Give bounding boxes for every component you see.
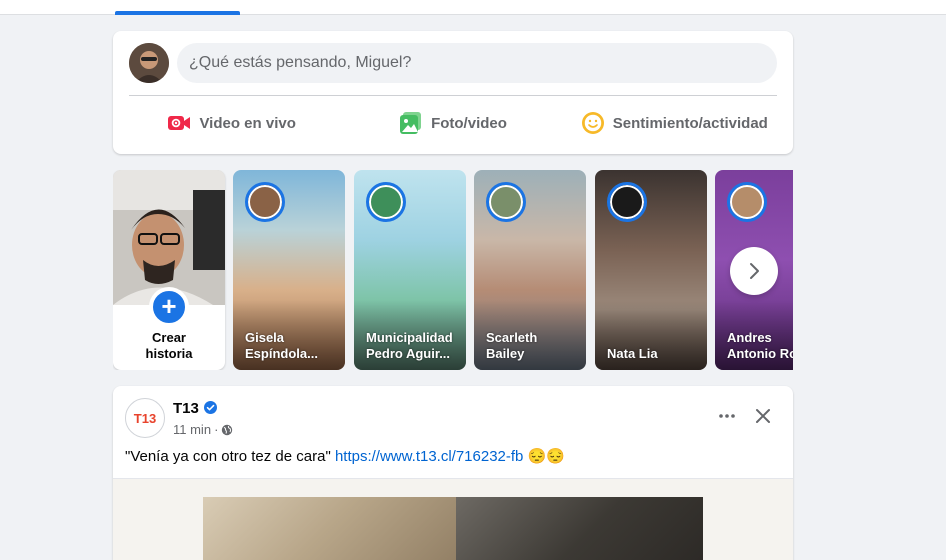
story-avatar — [727, 182, 767, 222]
svg-text:T13: T13 — [134, 411, 156, 426]
story-author-name: Nata Lia — [607, 346, 658, 361]
stories-next-button[interactable] — [730, 247, 778, 295]
composer-actions: Video en vivo Foto/video Sentimiento/act… — [121, 103, 785, 143]
story-author-name: Gisela Espíndola... — [245, 330, 318, 361]
user-story-photo — [113, 170, 225, 305]
live-video-button[interactable]: Video en vivo — [121, 103, 342, 143]
create-story-plus-icon[interactable]: + — [149, 287, 189, 327]
story-author-name: Andres Antonio Ro — [727, 330, 793, 361]
hide-post-button[interactable] — [747, 400, 779, 432]
story-avatar — [486, 182, 526, 222]
feeling-icon — [581, 112, 604, 134]
story-card[interactable]: Gisela Espíndola... — [233, 170, 345, 370]
meta-separator: · — [214, 422, 219, 437]
post-options-button[interactable] — [711, 400, 743, 432]
close-icon — [756, 409, 770, 423]
photo-icon — [400, 112, 422, 134]
story-author-name: Municipalidad Pedro Aguir... — [366, 330, 453, 361]
live-video-icon — [168, 116, 191, 130]
photo-video-label: Foto/video — [431, 114, 507, 132]
chevron-right-icon — [750, 263, 759, 279]
story-card[interactable]: Nata Lia — [595, 170, 707, 370]
whats-on-your-mind-input[interactable]: ¿Qué estás pensando, Miguel? — [177, 43, 777, 83]
story-author-name: Scarleth Bailey — [486, 330, 538, 361]
feed-post: T13 T13 11 min · "Venía ya con otro tez … — [113, 386, 793, 560]
story-card[interactable]: Municipalidad Pedro Aguir... — [354, 170, 466, 370]
post-text: "Venía ya con otro tez de cara" https://… — [125, 447, 565, 465]
story-avatar — [366, 182, 406, 222]
top-navigation — [0, 0, 946, 15]
t13-page-avatar[interactable]: T13 — [125, 398, 165, 438]
story-avatar — [607, 182, 647, 222]
post-composer: ¿Qué estás pensando, Miguel? Video en vi… — [113, 31, 793, 154]
post-quote: "Venía ya con otro tez de cara" — [125, 448, 335, 465]
t13-logo: T13 — [134, 411, 156, 426]
live-video-label: Video en vivo — [199, 114, 296, 132]
story-card[interactable]: Scarleth Bailey — [474, 170, 586, 370]
user-avatar[interactable] — [129, 43, 169, 83]
post-image-right — [456, 497, 703, 560]
photo-video-button[interactable]: Foto/video — [342, 103, 563, 143]
feeling-activity-label: Sentimiento/actividad — [612, 114, 768, 132]
create-story-card[interactable]: + Crear historia — [113, 170, 225, 370]
post-image[interactable] — [113, 478, 793, 560]
feeling-activity-button[interactable]: Sentimiento/actividad — [564, 103, 785, 143]
post-timestamp[interactable]: 11 min — [173, 422, 211, 437]
stories-tray: + Crear historia Gisela Espíndola... Mun… — [113, 170, 793, 370]
more-horizontal-icon — [719, 414, 735, 418]
post-image-left — [203, 497, 456, 560]
verified-badge-icon — [204, 401, 217, 414]
post-page-name[interactable]: T13 — [173, 400, 199, 417]
composer-divider — [129, 95, 777, 96]
story-avatar — [245, 182, 285, 222]
post-meta: 11 min · — [173, 422, 233, 437]
globe-icon — [222, 424, 233, 435]
create-story-label: Crear historia — [145, 330, 193, 361]
home-tab-active-indicator[interactable] — [115, 11, 240, 15]
post-link[interactable]: https://www.t13.cl/716232-fb — [335, 448, 523, 465]
post-emoji: 😔😔 — [527, 448, 565, 465]
